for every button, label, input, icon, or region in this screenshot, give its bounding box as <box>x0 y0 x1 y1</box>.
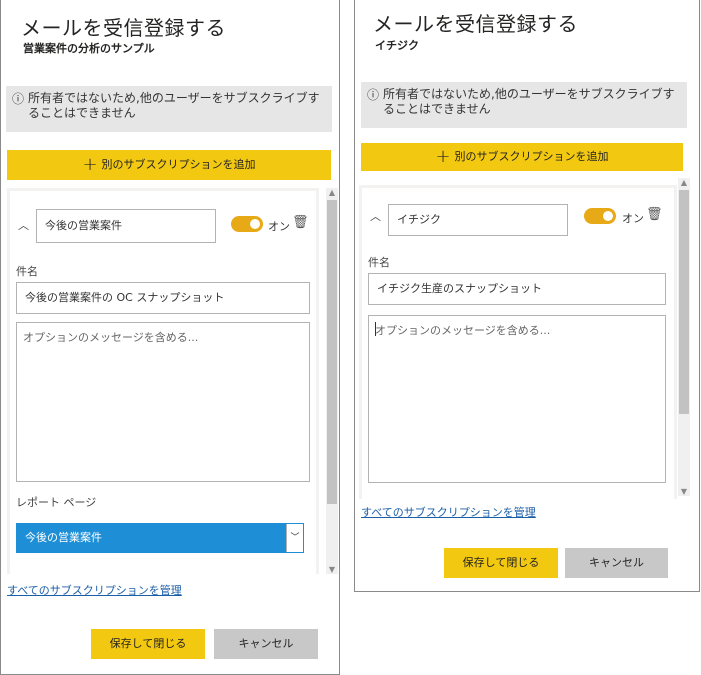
info-message-text: 所有者ではないため,他のユーザーをサブスクライブすることはできません <box>383 87 675 116</box>
save-and-close-button[interactable]: 保存して閉じる <box>444 548 558 578</box>
panel-title: メールを受信登録する <box>21 16 226 40</box>
add-subscription-label: 別のサブスクリプションを追加 <box>454 150 609 163</box>
scroll-up-arrow[interactable]: ▲ <box>326 188 338 197</box>
plus-icon: + <box>82 154 98 175</box>
add-subscription-button[interactable]: + 別のサブスクリプションを追加 <box>361 143 683 171</box>
chevron-up-icon[interactable]: ︿ <box>370 208 381 224</box>
subscription-name-input[interactable]: イチジク <box>388 204 568 236</box>
message-textarea[interactable]: オプションのメッセージを含める... <box>16 322 310 482</box>
panel-title: メールを受信登録する <box>373 12 578 36</box>
scrollbar[interactable]: ▲ ▼ <box>326 188 338 574</box>
subject-label: 件名 <box>368 256 390 269</box>
info-icon: ⓘ <box>367 88 380 102</box>
text-cursor <box>375 322 376 336</box>
chevron-down-icon: ﹀ <box>286 524 303 552</box>
toggle-label: オン <box>268 220 290 233</box>
panel-subtitle: 営業案件の分析のサンプル <box>23 42 155 55</box>
scroll-up-arrow[interactable]: ▲ <box>678 178 690 187</box>
chevron-up-icon[interactable]: ︿ <box>18 217 29 233</box>
scrollbar[interactable]: ▲ ▼ <box>678 178 690 496</box>
toggle-label: オン <box>622 212 644 225</box>
add-subscription-button[interactable]: + 別のサブスクリプションを追加 <box>7 150 331 180</box>
subject-input[interactable]: 今後の営業案件の OC スナップショット <box>16 282 310 314</box>
subscription-name-input[interactable]: 今後の営業案件 <box>36 209 216 243</box>
subscription-toggle[interactable] <box>584 208 616 224</box>
toggle-knob <box>250 219 260 229</box>
info-message-text: 所有者ではないため,他のユーザーをサブスクライブすることはできません <box>28 91 320 120</box>
manage-subscriptions-link[interactable]: すべてのサブスクリプションを管理 <box>7 582 182 598</box>
toggle-knob <box>603 211 613 221</box>
manage-subscriptions-link[interactable]: すべてのサブスクリプションを管理 <box>361 504 536 520</box>
scrollbar-thumb[interactable] <box>679 190 689 414</box>
scroll-down-arrow[interactable]: ▼ <box>326 565 338 574</box>
report-page-label: レポート ページ <box>16 496 97 509</box>
cancel-button[interactable]: キャンセル <box>214 629 318 659</box>
panel-subtitle: イチジク <box>375 39 419 52</box>
info-icon: ⓘ <box>12 92 25 106</box>
add-subscription-label: 別のサブスクリプションを追加 <box>101 158 256 171</box>
scroll-down-arrow[interactable]: ▼ <box>678 487 690 496</box>
trash-icon[interactable]: 🗑 <box>292 215 309 230</box>
subject-input[interactable]: イチジク生産のスナップショット <box>368 273 666 305</box>
report-page-select[interactable]: 今後の営業案件 ﹀ <box>16 523 304 553</box>
subscribe-panel-right: メールを受信登録する イチジク ⓘ 所有者ではないため,他のユーザーをサブスクラ… <box>354 0 700 592</box>
cancel-button[interactable]: キャンセル <box>565 548 668 578</box>
plus-icon: + <box>435 146 451 167</box>
subscription-toggle[interactable] <box>231 216 263 232</box>
report-page-value: 今後の営業案件 <box>25 531 102 544</box>
info-message: ⓘ 所有者ではないため,他のユーザーをサブスクライブすることはできません <box>361 82 687 128</box>
subscribe-panel-left: メールを受信登録する 営業案件の分析のサンプル ⓘ 所有者ではないため,他のユー… <box>0 0 340 675</box>
subscription-card: ︿ 今後の営業案件 オン 🗑 件名 今後の営業案件の OC スナップショット オ… <box>7 188 319 574</box>
subject-label: 件名 <box>16 265 38 278</box>
trash-icon[interactable]: 🗑 <box>646 207 663 222</box>
subscription-card-body: ︿ イチジク オン 🗑 件名 イチジク生産のスナップショット オプションのメッセ… <box>362 188 674 499</box>
save-and-close-button[interactable]: 保存して閉じる <box>91 629 205 659</box>
subscription-card: ︿ イチジク オン 🗑 件名 イチジク生産のスナップショット オプションのメッセ… <box>359 185 677 499</box>
subscription-card-body: ︿ 今後の営業案件 オン 🗑 件名 今後の営業案件の OC スナップショット オ… <box>10 191 316 574</box>
scrollbar-thumb[interactable] <box>327 200 337 504</box>
message-textarea[interactable]: オプションのメッセージを含める... <box>368 315 666 483</box>
info-message: ⓘ 所有者ではないため,他のユーザーをサブスクライブすることはできません <box>6 86 332 132</box>
